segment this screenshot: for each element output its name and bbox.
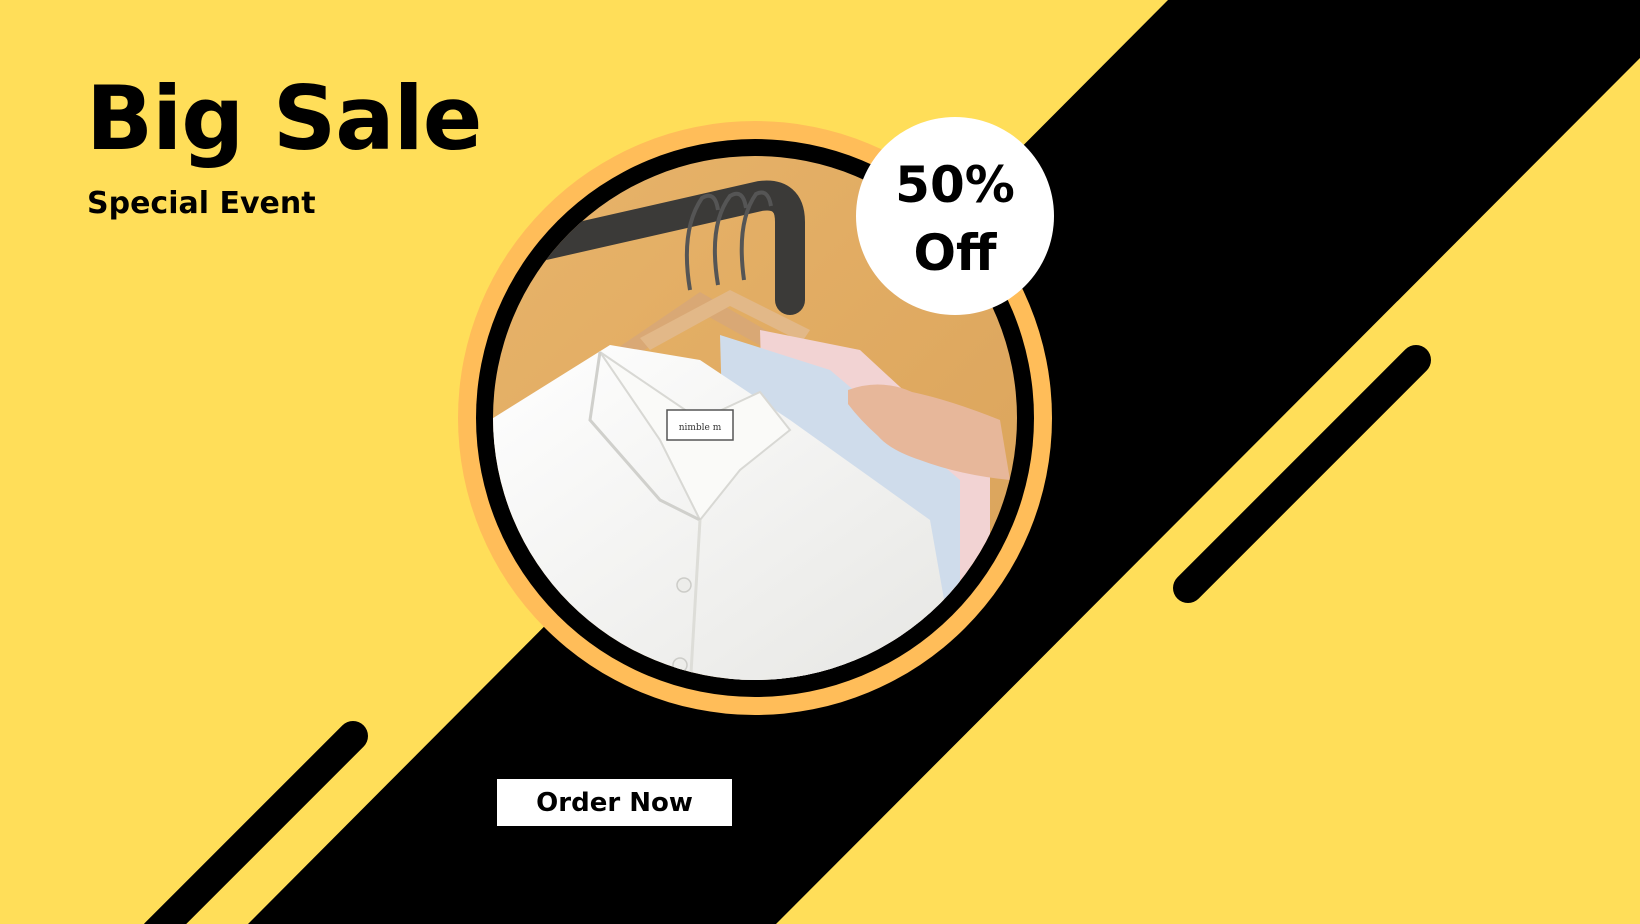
shirt-brand-label: nimble m (679, 423, 722, 433)
page-subtitle: Special Event (87, 186, 316, 221)
page-title: Big Sale (86, 67, 482, 170)
discount-value: 50% (895, 156, 1015, 214)
order-now-button[interactable]: Order Now (497, 779, 732, 826)
discount-off-label: Off (913, 224, 997, 282)
discount-badge (856, 117, 1054, 315)
